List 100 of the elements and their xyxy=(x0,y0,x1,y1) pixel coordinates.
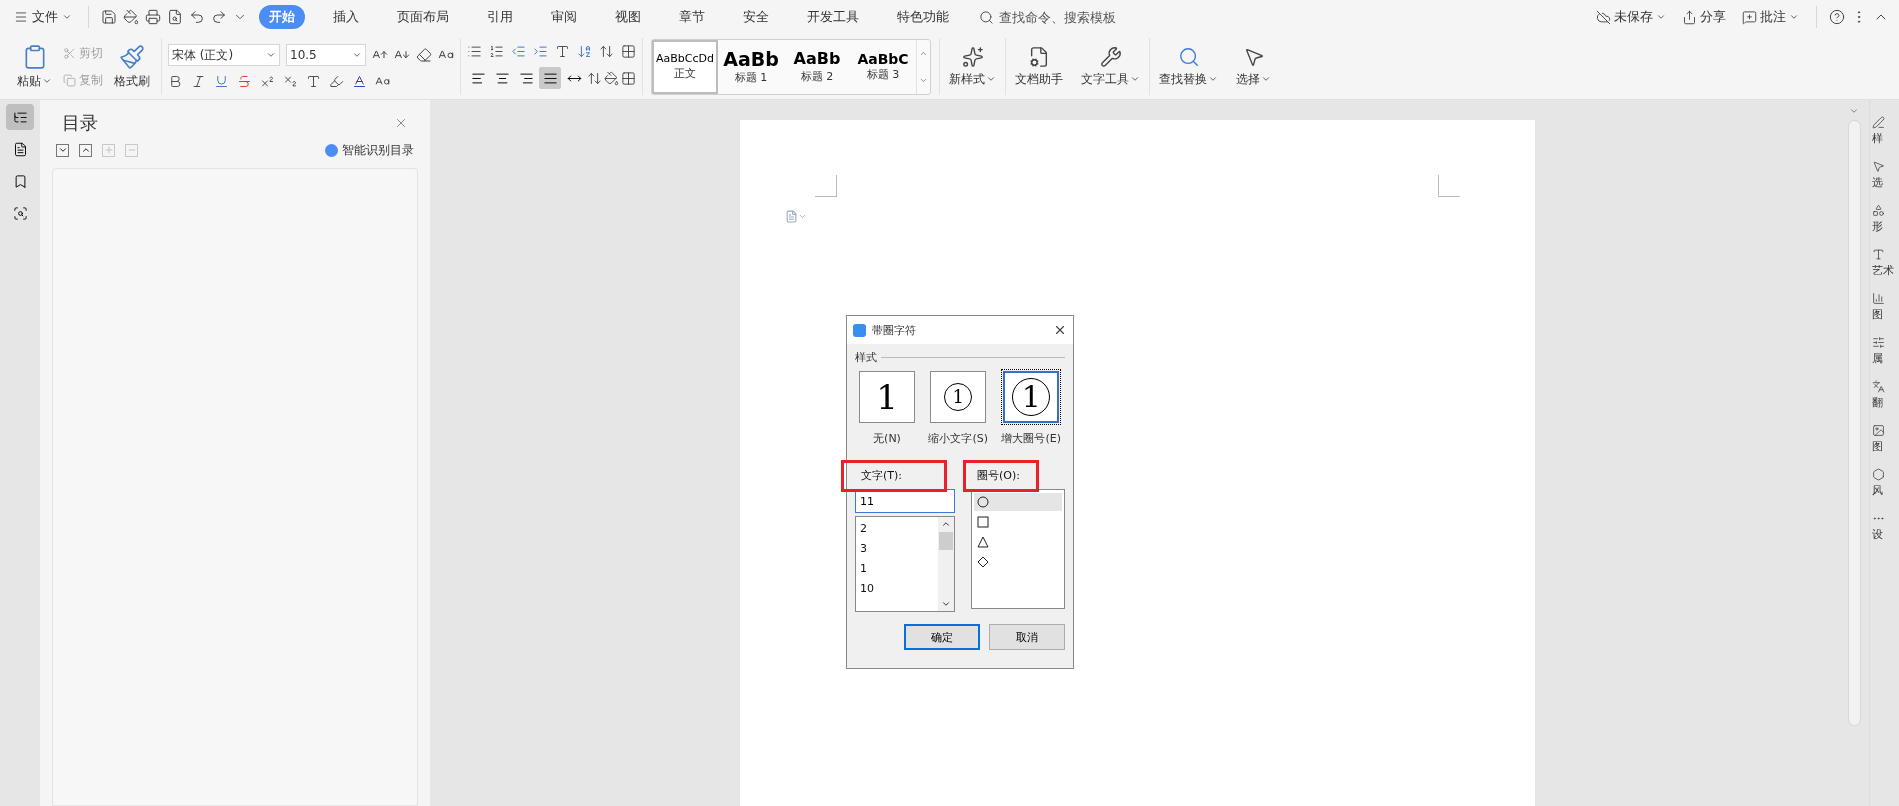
format-painter-button[interactable]: 格式刷 xyxy=(109,38,155,95)
dropdown-caret-icon xyxy=(42,76,52,86)
font-name-field[interactable]: 宋体 (正文) xyxy=(168,44,280,66)
sidebar-tool[interactable]: 样 xyxy=(1872,116,1899,146)
paste-button[interactable]: 粘贴 xyxy=(12,38,57,95)
list-scrollbar[interactable] xyxy=(938,517,954,611)
save-status-button[interactable]: 未保存 xyxy=(1591,8,1671,26)
dropdown-caret-icon xyxy=(1789,12,1799,22)
dropdown-caret-icon xyxy=(266,50,276,60)
option-label: 增大圈号(E) xyxy=(1001,431,1061,446)
command-search-field[interactable]: 查找命令、搜索模板 xyxy=(979,8,1137,26)
paragraph-marker-icon[interactable] xyxy=(784,210,807,223)
file-menu[interactable]: 文件 xyxy=(10,8,76,26)
triangle-icon xyxy=(977,536,989,548)
line-spacing-icon xyxy=(587,70,602,86)
text-tools-button[interactable]: 文字工具 xyxy=(1076,38,1145,95)
ribbon-tab[interactable]: 页面布局 xyxy=(387,5,459,29)
expand-button[interactable] xyxy=(56,143,69,157)
list-option[interactable]: 2 xyxy=(860,522,934,535)
ribbon-tab[interactable]: 插入 xyxy=(323,5,369,29)
enclosure-list[interactable] xyxy=(971,489,1065,609)
style-option[interactable]: AaBb 标题 2 xyxy=(784,39,850,94)
style-option[interactable]: AaBbC 标题 3 xyxy=(850,39,916,94)
ribbon-tab[interactable]: 视图 xyxy=(605,5,651,29)
list-option[interactable]: 1 xyxy=(860,562,934,575)
doc-assistant-icon xyxy=(1028,45,1050,68)
new-style-button[interactable]: 新样式 xyxy=(944,38,1001,95)
close-icon[interactable] xyxy=(1053,323,1067,337)
menu-icon xyxy=(14,10,28,24)
ribbon-tab[interactable]: 开发工具 xyxy=(797,5,869,29)
increase-indent-icon xyxy=(533,44,548,59)
scroll-top-icon xyxy=(1849,106,1859,116)
ribbon-tab[interactable]: 特色功能 xyxy=(887,5,959,29)
translate-icon xyxy=(1872,380,1885,393)
highlighter-icon xyxy=(329,74,344,89)
scrollbar[interactable] xyxy=(1847,120,1861,726)
decrease-indent-icon xyxy=(511,44,526,59)
collapse-button[interactable] xyxy=(79,143,92,157)
ribbon-tab[interactable]: 审阅 xyxy=(541,5,587,29)
ribbon-tab[interactable]: 章节 xyxy=(669,5,715,29)
dropdown-caret-icon xyxy=(1208,74,1218,84)
bookmark-icon xyxy=(12,173,28,189)
sidebar-tool[interactable]: 翻 xyxy=(1872,380,1899,410)
style-option[interactable]: 1 xyxy=(1003,371,1060,423)
share-button[interactable]: 分享 xyxy=(1677,8,1731,26)
copy-icon xyxy=(63,73,76,87)
print-icon xyxy=(145,9,161,25)
scroll-down-icon[interactable] xyxy=(941,599,951,609)
sidebar-tool[interactable]: 设 xyxy=(1872,512,1899,542)
justify-button[interactable] xyxy=(539,67,561,89)
italic-icon xyxy=(191,74,206,89)
text-list[interactable]: 2 3 1 10 xyxy=(855,516,955,612)
text-effect-icon xyxy=(306,74,321,89)
font-color-icon xyxy=(352,74,367,89)
scroll-thumb[interactable] xyxy=(939,532,953,550)
style-option[interactable]: AaBbCcDd 正文 xyxy=(652,39,718,94)
list-nav-button[interactable] xyxy=(6,104,34,130)
text-input-field[interactable]: 11 xyxy=(855,489,955,513)
superscript-icon xyxy=(260,74,275,89)
document-icon xyxy=(12,141,28,157)
panel-title: 目录 xyxy=(62,111,98,135)
scroll-up-icon[interactable] xyxy=(941,519,951,529)
dropdown-caret-icon xyxy=(62,12,72,22)
dialog-button[interactable]: 取消 xyxy=(989,624,1065,650)
eraser-icon xyxy=(416,47,432,63)
dialog-button[interactable]: 确定 xyxy=(904,624,980,650)
list-icon xyxy=(12,109,28,125)
borders-icon xyxy=(621,70,636,86)
style-option[interactable]: 1 xyxy=(859,371,915,423)
sidebar-tool[interactable]: 属 xyxy=(1872,336,1899,366)
style-option[interactable]: AaBb 标题 1 xyxy=(718,39,784,94)
image-icon xyxy=(1872,424,1885,437)
smart-toc-link[interactable]: 智能识别目录 xyxy=(325,141,414,159)
numbering-icon xyxy=(489,44,504,59)
doc-assistant-button[interactable]: 文档助手 xyxy=(1010,38,1068,95)
sidebar-tool[interactable]: 图 xyxy=(1872,424,1899,454)
undo-icon xyxy=(189,9,205,25)
search-icon xyxy=(979,9,994,25)
field-label: 文字(T): xyxy=(860,468,903,484)
option-label: 无(N) xyxy=(873,431,901,446)
style-option[interactable]: 1 xyxy=(930,371,987,423)
sidebar-tool[interactable]: 艺术 xyxy=(1872,248,1899,278)
sidebar-tool[interactable]: 图 xyxy=(1872,292,1899,322)
comment-button[interactable]: 批注 xyxy=(1737,8,1804,26)
dropdown-caret-icon xyxy=(1261,74,1271,84)
cloud-icon xyxy=(1596,9,1611,25)
sidebar-tool[interactable]: 风 xyxy=(1872,468,1899,498)
paintbrush-icon xyxy=(119,43,145,70)
margin-corner-mark xyxy=(814,175,837,197)
font-size-field[interactable]: 10.5 xyxy=(286,44,366,66)
ribbon-tab[interactable]: 安全 xyxy=(733,5,779,29)
dropdown-caret-icon xyxy=(352,50,362,60)
sidebar-tool[interactable]: 选 xyxy=(1872,160,1899,190)
select-button[interactable]: 选择 xyxy=(1231,38,1276,95)
find-replace-button[interactable]: 查找替换 xyxy=(1154,38,1223,95)
list-option[interactable]: 10 xyxy=(860,582,934,595)
sidebar-tool[interactable]: 形 xyxy=(1872,204,1899,234)
square-icon xyxy=(977,516,989,528)
ribbon-tab[interactable]: 引用 xyxy=(477,5,523,29)
list-option[interactable]: 3 xyxy=(860,542,934,555)
